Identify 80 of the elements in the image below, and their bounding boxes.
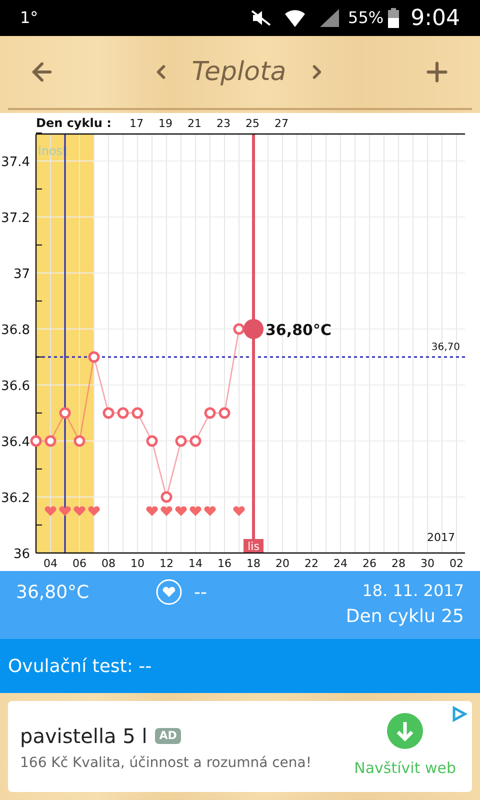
data-point[interactable]: [233, 323, 245, 335]
download-icon: [387, 713, 424, 750]
data-point[interactable]: [132, 407, 144, 419]
heart-icon: [204, 506, 216, 516]
ad-text: 166 Kč Kvalita, účinnost a rozumná cena!: [20, 754, 312, 772]
y-tick-label: 36.2: [1, 491, 30, 506]
ad-card[interactable]: pavistella 5 l AD 166 Kč Kvalita, účinnost a rozumná cena! Navštívit web: [8, 701, 472, 792]
intercourse-value: --: [194, 581, 207, 605]
x-tick-label: 10: [130, 557, 144, 570]
data-point[interactable]: [204, 407, 216, 419]
cycle-day-tick: 21: [188, 117, 202, 130]
heart-icon: [59, 506, 71, 516]
heart-icon: [233, 506, 245, 516]
ad-badge: AD: [155, 728, 181, 744]
x-tick-label: 20: [276, 557, 290, 570]
data-point[interactable]: [44, 435, 56, 447]
temperature-value: 36,80°C: [16, 581, 90, 605]
cycle-day-text: Den cyklu 25: [346, 605, 464, 629]
heart-icon: [74, 506, 86, 516]
data-point[interactable]: [30, 435, 42, 447]
x-tick-label: 08: [102, 557, 116, 570]
data-point[interactable]: [146, 435, 158, 447]
ovulation-test-text: Ovulační test: --: [8, 654, 152, 678]
heart-icon: [88, 506, 100, 516]
notification-text: 1°: [20, 7, 38, 29]
heart-icon: [175, 506, 187, 516]
data-point[interactable]: [117, 407, 129, 419]
threshold-label: 36,70: [431, 342, 460, 353]
y-tick-label: 36: [13, 547, 30, 562]
x-tick-label: 24: [334, 557, 348, 570]
y-tick-label: 36.4: [1, 435, 30, 450]
data-point[interactable]: [88, 351, 100, 363]
selected-value-label: 36,80°C: [266, 321, 332, 339]
x-tick-label: 18: [246, 557, 260, 570]
data-point[interactable]: [218, 407, 230, 419]
data-point[interactable]: [102, 407, 114, 419]
x-tick-label: 28: [392, 557, 406, 570]
ad-choices-icon[interactable]: [450, 705, 468, 723]
data-point[interactable]: [160, 491, 172, 503]
x-tick-label: 26: [362, 557, 376, 570]
ad-title: pavistella 5 l: [20, 722, 148, 750]
cycle-day-tick: 25: [246, 117, 260, 130]
heart-icon: [160, 506, 172, 516]
wifi-icon: [284, 8, 306, 28]
cycle-day-tick: 19: [158, 117, 172, 130]
x-tick-label: 02: [450, 557, 464, 570]
ref-line-label: lis: [248, 540, 260, 553]
y-tick-label: 37.2: [1, 211, 30, 226]
data-point[interactable]: [175, 435, 187, 447]
x-tick-label: 06: [72, 557, 86, 570]
heart-icon: [146, 506, 158, 516]
signal-icon: [318, 8, 340, 28]
x-tick-label: 22: [304, 557, 318, 570]
clock: 9:04: [410, 4, 460, 32]
battery-icon: [388, 8, 399, 28]
x-tick-label: 12: [160, 557, 174, 570]
heart-icon: [190, 506, 202, 516]
mute-icon: [250, 9, 272, 27]
y-tick-label: 37: [13, 267, 30, 282]
month-tag: lis: [244, 539, 264, 553]
year-label: 2017: [427, 531, 455, 544]
x-tick-label: 30: [420, 557, 434, 570]
y-tick-label: 36.8: [1, 323, 30, 338]
cycle-day-axis-label: Den cyklu :: [36, 116, 112, 130]
y-tick-label: 36.6: [1, 379, 30, 394]
x-tick-label: 04: [44, 557, 58, 570]
screen-title: Teplota: [192, 56, 286, 88]
cycle-day-tick: 23: [216, 117, 230, 130]
y-tick-label: 37.4: [1, 155, 30, 170]
data-point[interactable]: [74, 435, 86, 447]
data-point[interactable]: [59, 407, 71, 419]
battery-percent: 55%: [348, 7, 384, 29]
cycle-day-tick: 17: [130, 117, 144, 130]
data-point[interactable]: [190, 435, 202, 447]
x-tick-label: 14: [188, 557, 202, 570]
date-text: 18. 11. 2017: [362, 580, 464, 602]
heart-icon: [44, 506, 56, 516]
selected-point[interactable]: [244, 319, 264, 339]
cycle-day-tick: 27: [274, 117, 288, 130]
x-tick-label: 16: [218, 557, 232, 570]
